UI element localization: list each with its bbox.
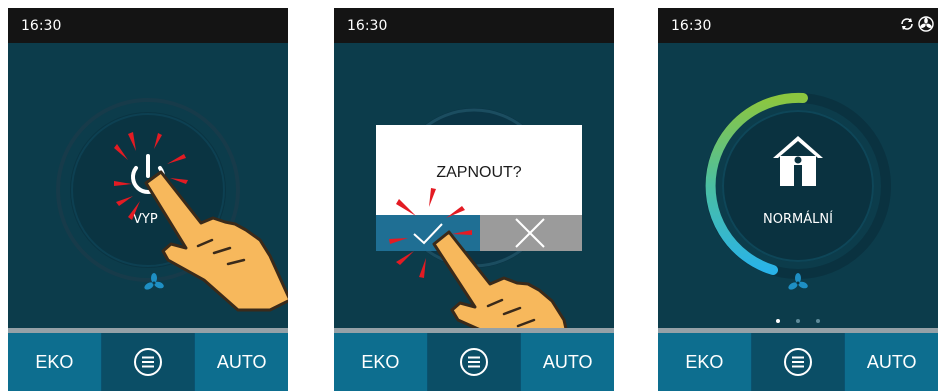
auto-button[interactable]: AUTO <box>845 333 938 391</box>
auto-button[interactable]: AUTO <box>195 333 288 391</box>
eko-button[interactable]: EKO <box>8 333 102 391</box>
auto-button[interactable]: AUTO <box>521 333 614 391</box>
bottom-bar: EKO AUTO <box>658 328 938 391</box>
screen-normal-mode: 16:30 NORMÁLNÍ EKO AUTO <box>658 8 938 391</box>
page-dot[interactable] <box>776 319 780 323</box>
menu-button[interactable] <box>427 333 522 391</box>
screen-confirm-dialog: 16:30 ZAPNOUT? EKO AUTO <box>334 8 614 391</box>
menu-button[interactable] <box>751 333 846 391</box>
menu-icon <box>784 348 812 376</box>
page-dot[interactable] <box>796 319 800 323</box>
menu-icon <box>134 348 162 376</box>
eko-button[interactable]: EKO <box>658 333 752 391</box>
bottom-bar: EKO AUTO <box>8 328 288 391</box>
menu-icon <box>460 348 488 376</box>
menu-button[interactable] <box>101 333 196 391</box>
page-indicator <box>658 319 938 323</box>
page-dot[interactable] <box>816 319 820 323</box>
screen-off-state: 16:30 VYP EKO AUTO <box>8 8 288 391</box>
bottom-bar: EKO AUTO <box>334 328 614 391</box>
eko-button[interactable]: EKO <box>334 333 428 391</box>
